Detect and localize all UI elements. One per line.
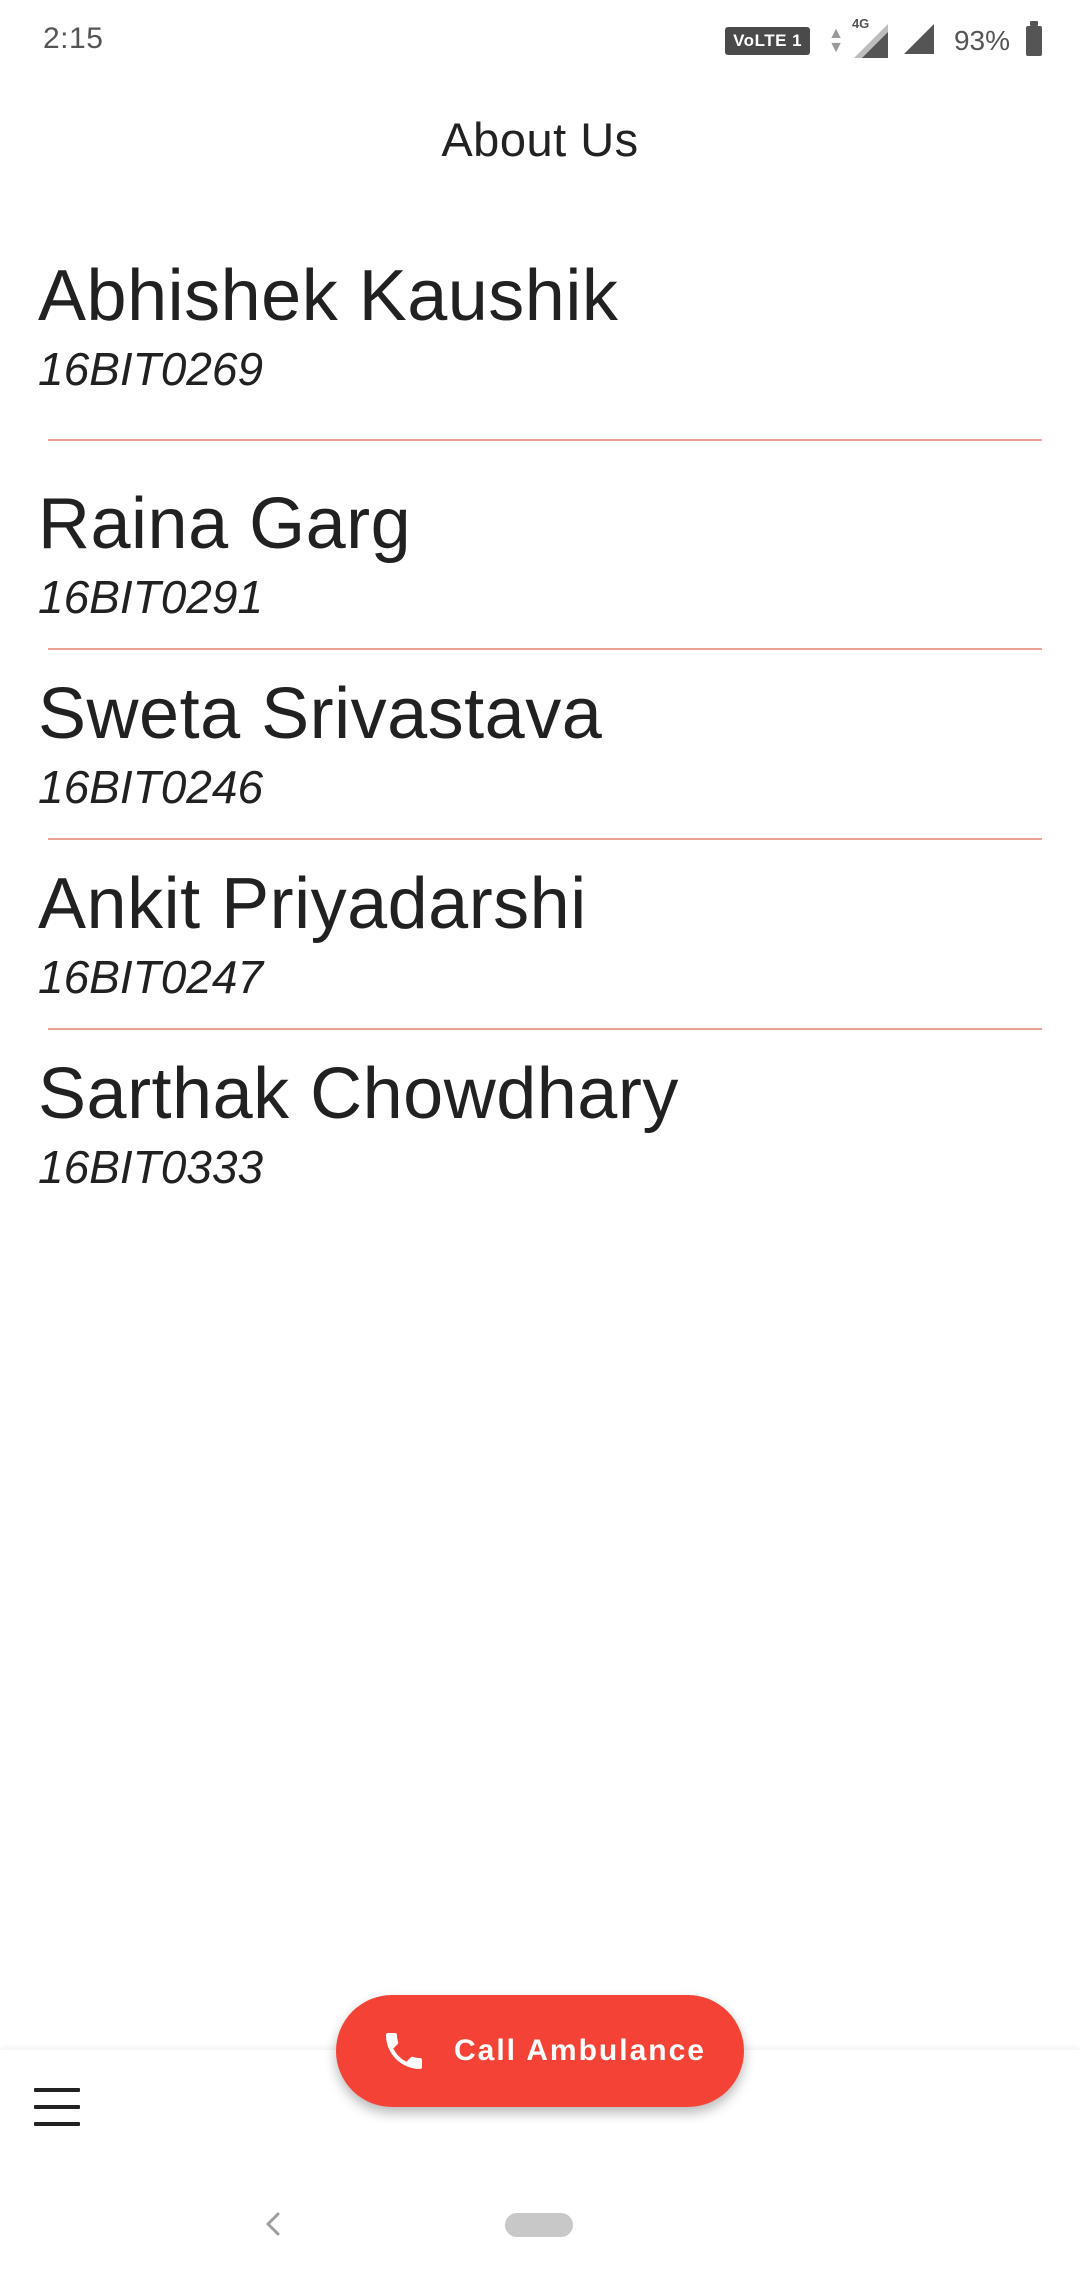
hamburger-menu-icon[interactable]: [34, 2088, 80, 2126]
status-time: 2:15: [43, 22, 104, 55]
member-id: 16BIT0246: [38, 761, 264, 813]
call-ambulance-label: Call Ambulance: [454, 2034, 706, 2067]
home-pill-icon[interactable]: [505, 2213, 573, 2237]
battery-percent: 93%: [953, 25, 1010, 56]
chevron-left-icon[interactable]: [258, 2206, 288, 2242]
system-nav-bar: [0, 2170, 1080, 2280]
call-ambulance-button[interactable]: Call Ambulance: [336, 1995, 744, 2107]
network-type-label: 4G: [851, 16, 870, 31]
data-activity-icon: ▲ ▼: [828, 25, 844, 56]
page-title: About Us: [441, 113, 639, 166]
divider: [48, 439, 1042, 441]
member-id: 16BIT0333: [38, 1141, 264, 1193]
member-id: 16BIT0247: [38, 951, 264, 1003]
member-name: Abhishek Kaushik: [38, 256, 619, 336]
divider: [48, 648, 1042, 650]
member-id: 16BIT0291: [38, 571, 264, 623]
divider: [48, 1028, 1042, 1030]
list-item: Raina Garg 16BIT0291: [38, 488, 1038, 620]
phone-icon: [378, 2025, 430, 2077]
status-icons: VoLTE 1 ▲ ▼ 4G 93%: [725, 16, 1042, 62]
list-item: Abhishek Kaushik 16BIT0269: [38, 260, 1038, 392]
list-item: Ankit Priyadarshi 16BIT0247: [38, 868, 1038, 1000]
volte-badge: VoLTE 1: [725, 27, 811, 55]
member-name: Sarthak Chowdhary: [38, 1054, 679, 1134]
list-item: Sarthak Chowdhary 16BIT0333: [38, 1058, 1038, 1190]
member-name: Sweta Srivastava: [38, 674, 603, 754]
battery-icon: [1026, 21, 1042, 56]
signal-strength-icon: [902, 22, 936, 61]
signal-4g-icon: 4G: [852, 16, 890, 60]
member-id: 16BIT0269: [38, 343, 264, 395]
status-bar: 2:15 VoLTE 1 ▲ ▼ 4G 93%: [0, 0, 1080, 82]
list-item: Sweta Srivastava 16BIT0246: [38, 678, 1038, 810]
member-name: Raina Garg: [38, 484, 412, 564]
divider: [48, 838, 1042, 840]
member-name: Ankit Priyadarshi: [38, 864, 587, 944]
